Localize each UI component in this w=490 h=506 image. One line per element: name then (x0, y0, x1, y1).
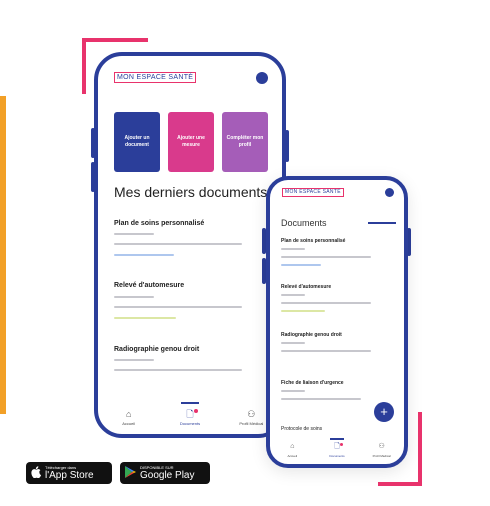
google-play-icon (125, 465, 136, 481)
google-play-badge[interactable]: DISPONIBLE SUR Google Play (120, 462, 210, 484)
tile-label: Ajouter une mesure (177, 135, 205, 148)
document-title[interactable]: Plan de soins personnalisé (281, 238, 345, 244)
tab-home[interactable]: ⌂ Accueil (98, 400, 159, 434)
active-tab-indicator (180, 402, 199, 404)
document-title[interactable]: Radiographie genou droit (114, 346, 199, 353)
tab-label: Accueil (122, 420, 136, 426)
add-measure-button[interactable]: Ajouter une mesure (168, 112, 214, 172)
user-icon: ⚇ (247, 408, 256, 419)
placeholder-line (281, 302, 371, 304)
notification-dot (340, 443, 343, 446)
tab-bar: ⌂ Accueil 🗋 Documents ⚇ Profil Médical (98, 400, 282, 434)
tab-documents[interactable]: 🗋 Documents (159, 400, 220, 434)
brand-logo: MON ESPACE SANTÉ (114, 72, 197, 83)
decorative-corner-bottom (378, 412, 422, 486)
notification-dot (193, 409, 198, 413)
placeholder-line (114, 296, 154, 298)
document-title[interactable]: Relevé d'automesure (281, 284, 331, 290)
main-phone: MON ESPACE SANTÉ Ajouter un document Ajo… (94, 52, 286, 438)
badge-title: l'App Store (45, 470, 94, 481)
placeholder-line (281, 350, 371, 352)
app-store-badge[interactable]: Télécharger dans l'App Store (26, 462, 112, 484)
camera-dot (385, 188, 394, 197)
camera-dot (256, 72, 268, 84)
document-title[interactable]: Relevé d'automesure (114, 282, 184, 289)
tab-label: Accueil (287, 454, 298, 458)
page-title: Documents (281, 218, 327, 228)
placeholder-line (281, 248, 305, 250)
placeholder-line (114, 254, 174, 256)
tab-home[interactable]: ⌂ Accueil (270, 436, 315, 464)
document-title[interactable]: Radiographie genou droit (281, 332, 342, 338)
tab-label: Documents (329, 454, 345, 458)
placeholder-line (114, 317, 176, 319)
tile-label: Compléter mon profil (226, 135, 264, 148)
document-title[interactable]: Plan de soins personnalisé (114, 220, 204, 227)
active-tab-indicator (330, 438, 344, 440)
placeholder-line (281, 264, 321, 266)
tile-label: Ajouter un document (124, 135, 150, 148)
document-title[interactable]: Protocole de soins (281, 426, 322, 432)
apple-icon (31, 465, 41, 481)
tab-label: Documents (179, 420, 201, 426)
complete-profile-button[interactable]: Compléter mon profil (222, 112, 268, 172)
placeholder-line (114, 306, 242, 308)
brand-logo-text: MON ESPACE SANTÉ (117, 74, 194, 81)
tab-label: Profil Médical (239, 420, 264, 426)
orange-accent-bar (0, 96, 6, 414)
placeholder-line (114, 243, 242, 245)
placeholder-line (281, 390, 305, 392)
placeholder-line (281, 398, 361, 400)
document-icon: 🗋 (186, 408, 194, 419)
brand-logo-text: MON ESPACE SANTÉ (285, 189, 341, 195)
placeholder-line (281, 256, 371, 258)
tab-documents[interactable]: 🗋 Documents (315, 436, 360, 464)
header-underline (368, 222, 396, 224)
placeholder-line (281, 342, 305, 344)
placeholder-line (114, 233, 154, 235)
brand-logo: MON ESPACE SANTÉ (282, 188, 344, 197)
badge-title: Google Play (140, 470, 195, 481)
home-icon: ⌂ (290, 443, 295, 450)
home-icon: ⌂ (125, 408, 132, 419)
placeholder-line (114, 359, 154, 361)
document-title[interactable]: Fiche de liaison d'urgence (281, 380, 344, 386)
document-icon: 🗋 (334, 443, 340, 450)
placeholder-line (281, 310, 325, 312)
section-title: Mes derniers documents (114, 184, 268, 200)
placeholder-line (114, 369, 242, 371)
add-document-button[interactable]: Ajouter un document (114, 112, 160, 172)
placeholder-line (281, 294, 305, 296)
